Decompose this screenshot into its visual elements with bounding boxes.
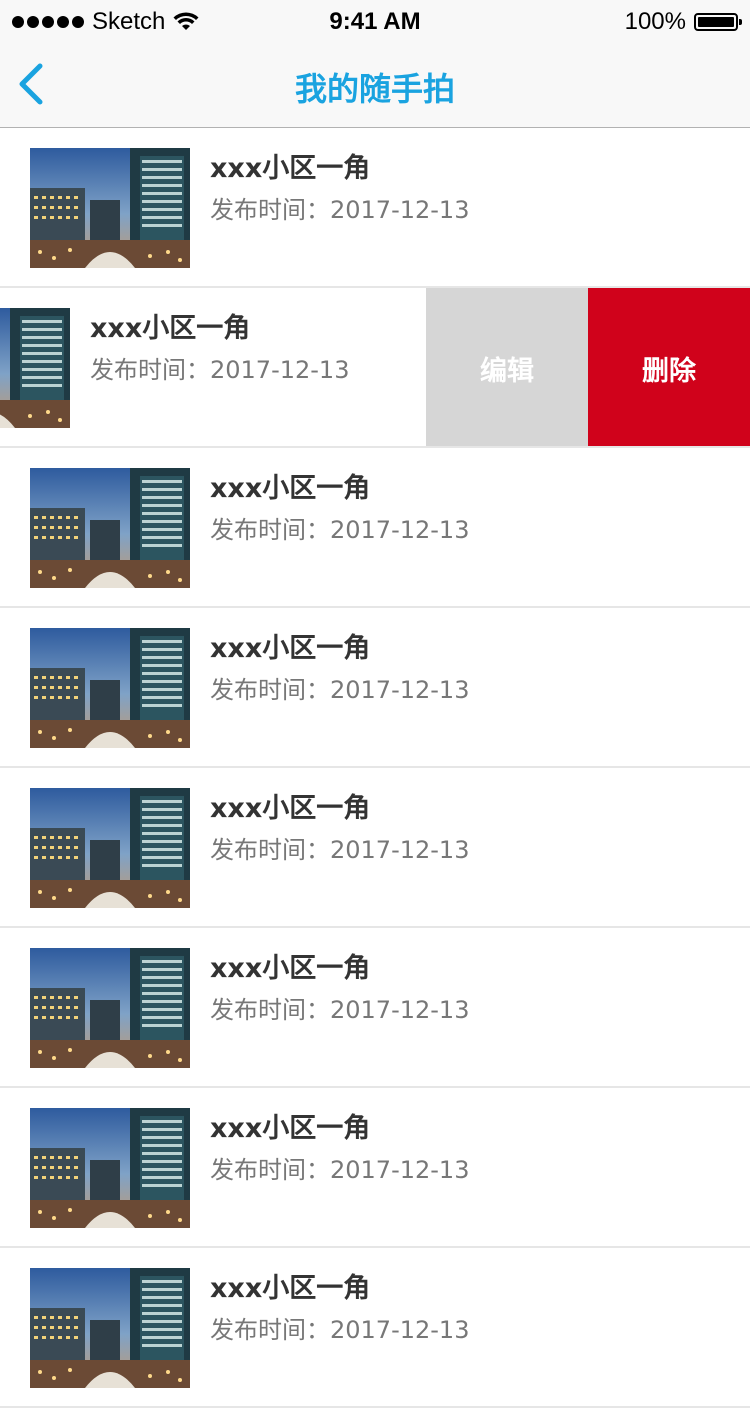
building-photo-thumbnail — [30, 1108, 190, 1228]
item-title: xxx小区一角 — [210, 153, 371, 184]
edit-button[interactable]: 编辑 — [426, 288, 588, 446]
list-item-content[interactable]: xxx小区一角 发布时间：2017-12-13 — [0, 928, 750, 1086]
battery-icon — [694, 13, 742, 31]
item-date: 发布时间：2017-12-13 — [210, 996, 470, 1024]
building-photo-thumbnail — [30, 628, 190, 748]
photo-list: xxx小区一角 发布时间：2017-12-13 xxx小区一角 发布时间：201… — [0, 128, 750, 1408]
list-item[interactable]: xxx小区一角 发布时间：2017-12-13 — [0, 768, 750, 928]
battery-percent: 100% — [624, 8, 686, 35]
list-item-content[interactable]: xxx小区一角 发布时间：2017-12-13 — [0, 1088, 750, 1246]
list-item[interactable]: xxx小区一角 发布时间：2017-12-13 — [0, 448, 750, 608]
list-item-content[interactable]: xxx小区一角 发布时间：2017-12-13 — [0, 608, 750, 766]
item-title: xxx小区一角 — [210, 1273, 371, 1304]
building-photo-thumbnail — [30, 948, 190, 1068]
list-item-content[interactable]: xxx小区一角 发布时间：2017-12-13 — [0, 448, 750, 606]
item-date: 发布时间：2017-12-13 — [210, 1156, 470, 1184]
item-title: xxx小区一角 — [210, 793, 371, 824]
list-item[interactable]: xxx小区一角 发布时间：2017-12-13 — [0, 128, 750, 288]
item-title: xxx小区一角 — [210, 473, 371, 504]
delete-button[interactable]: 删除 — [588, 288, 750, 446]
item-date: 发布时间：2017-12-13 — [210, 196, 470, 224]
item-date: 发布时间：2017-12-13 — [210, 516, 470, 544]
building-photo-thumbnail — [30, 788, 190, 908]
building-photo-thumbnail — [30, 1268, 190, 1388]
item-title: xxx小区一角 — [90, 313, 251, 344]
item-title: xxx小区一角 — [210, 633, 371, 664]
list-item[interactable]: xxx小区一角 发布时间：2017-12-13 — [0, 1248, 750, 1408]
item-title: xxx小区一角 — [210, 953, 371, 984]
item-date: 发布时间：2017-12-13 — [90, 356, 350, 384]
list-item[interactable]: xxx小区一角 发布时间：2017-12-13 编辑 删除 — [0, 288, 750, 448]
nav-bar: 我的随手拍 — [0, 40, 750, 128]
list-item-content[interactable]: xxx小区一角 发布时间：2017-12-13 — [0, 1248, 750, 1406]
building-photo-thumbnail — [30, 468, 190, 588]
list-item[interactable]: xxx小区一角 发布时间：2017-12-13 — [0, 928, 750, 1088]
list-item-content[interactable]: xxx小区一角 发布时间：2017-12-13 — [0, 128, 750, 286]
building-photo-thumbnail — [0, 308, 70, 428]
swipe-actions: 编辑 删除 — [426, 288, 750, 446]
page-title: 我的随手拍 — [294, 70, 455, 108]
item-date: 发布时间：2017-12-13 — [210, 836, 470, 864]
list-item-content[interactable]: xxx小区一角 发布时间：2017-12-13 — [0, 768, 750, 926]
status-right: 100% — [624, 8, 742, 36]
list-item[interactable]: xxx小区一角 发布时间：2017-12-13 — [0, 1088, 750, 1248]
building-photo-thumbnail — [30, 148, 190, 268]
item-date: 发布时间：2017-12-13 — [210, 676, 470, 704]
item-title: xxx小区一角 — [210, 1113, 371, 1144]
list-item[interactable]: xxx小区一角 发布时间：2017-12-13 — [0, 608, 750, 768]
status-bar: Sketch 9:41 AM 100% — [0, 0, 750, 40]
item-date: 发布时间：2017-12-13 — [210, 1316, 470, 1344]
